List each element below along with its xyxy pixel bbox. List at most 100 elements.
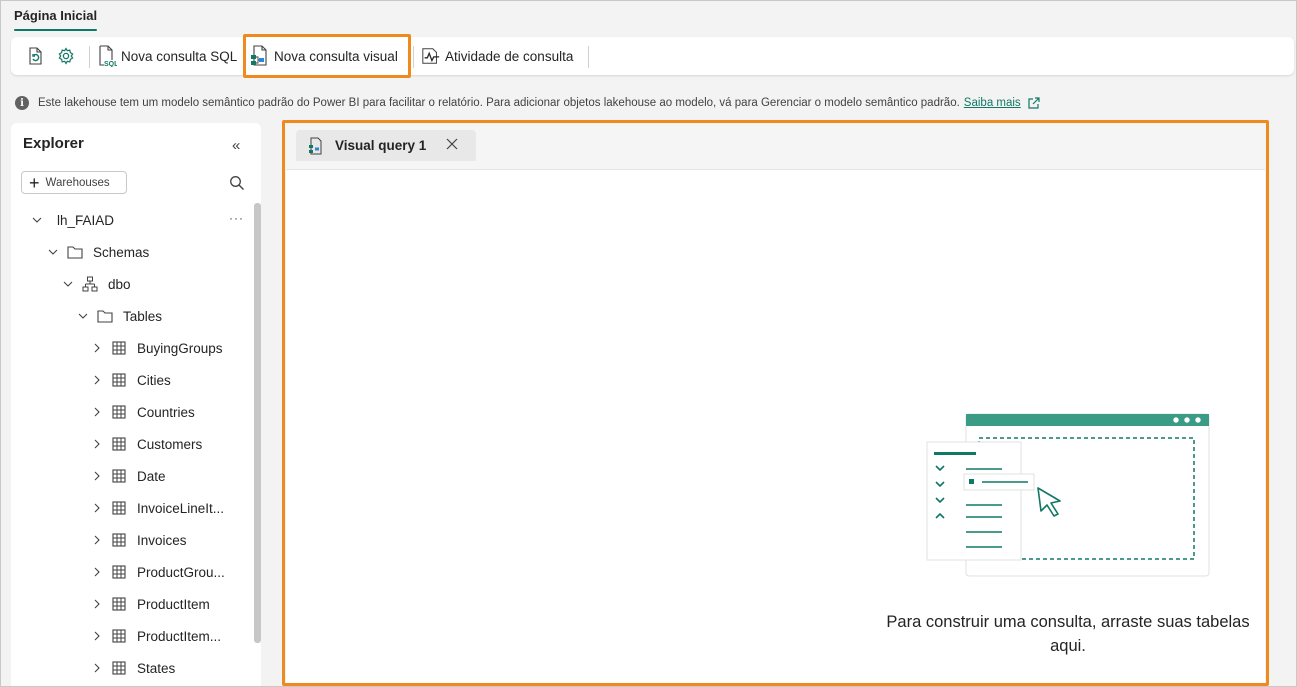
chevron-right-icon[interactable]: [91, 342, 103, 354]
tree-item-lakehouse[interactable]: lh_FAIAD: [31, 210, 114, 230]
table-name: ProductItem...: [137, 628, 222, 644]
chevron-right-icon[interactable]: [91, 566, 103, 578]
info-banner: i Este lakehouse tem um modelo semântico…: [15, 96, 1040, 110]
table-name: Countries: [137, 404, 195, 420]
toolbar-divider: [588, 46, 589, 68]
info-banner-message: Este lakehouse tem um modelo semântico p…: [38, 97, 960, 109]
chevron-right-icon[interactable]: [91, 630, 103, 642]
table-name: Cities: [137, 372, 171, 388]
toolbar-divider: [413, 46, 414, 68]
chevron-right-icon[interactable]: [91, 470, 103, 482]
table-icon: [111, 628, 127, 644]
schema-icon: [82, 276, 98, 292]
chevron-right-icon[interactable]: [91, 502, 103, 514]
table-item[interactable]: Cities: [91, 370, 171, 390]
tree-item-schemas[interactable]: Schemas: [47, 242, 149, 262]
table-name: ProductItem: [137, 596, 210, 612]
table-item[interactable]: ProductItem: [91, 594, 210, 614]
visual-query-icon: [308, 137, 324, 155]
table-name: Date: [137, 468, 166, 484]
chevron-right-icon[interactable]: [91, 438, 103, 450]
collapse-panel-icon[interactable]: «: [232, 137, 240, 154]
table-item[interactable]: States: [91, 658, 175, 678]
lakehouse-name: lh_FAIAD: [57, 212, 115, 228]
tab-home-label: Página Inicial: [14, 8, 98, 23]
info-icon: i: [15, 96, 29, 110]
tab-visual-query-1[interactable]: Visual query 1: [296, 130, 476, 161]
visual-query-panel: Visual query 1 Para construir uma consul…: [286, 124, 1265, 683]
table-name: ProductGrou...: [137, 564, 225, 580]
search-icon[interactable]: [229, 175, 245, 196]
tree-item-tables[interactable]: Tables: [77, 306, 162, 326]
table-icon: [111, 372, 127, 388]
table-name: States: [137, 660, 176, 676]
refresh-icon[interactable]: [25, 46, 45, 66]
new-sql-query-label: Nova consulta SQL: [121, 48, 238, 64]
table-icon: [111, 436, 127, 452]
activity-icon: [421, 46, 441, 66]
chevron-down-icon[interactable]: [31, 214, 43, 226]
tab-active-indicator: [14, 29, 98, 31]
chevron-right-icon[interactable]: [91, 598, 103, 610]
new-sql-query-button[interactable]: SQL Nova consulta SQL: [97, 41, 237, 71]
visual-query-icon: [250, 45, 270, 66]
explorer-title: Explorer: [23, 135, 84, 152]
table-item[interactable]: Countries: [91, 402, 195, 422]
chevron-right-icon[interactable]: [91, 406, 103, 418]
table-name: Invoices: [137, 532, 187, 548]
tab-label: Visual query 1: [335, 138, 427, 153]
chevron-down-icon[interactable]: [47, 246, 59, 258]
chevron-down-icon[interactable]: [77, 310, 89, 322]
table-icon: [111, 564, 127, 580]
toolbar: SQL Nova consulta SQL Nova consulta visu…: [11, 37, 1294, 75]
table-name: InvoiceLineIt...: [137, 500, 225, 516]
table-item[interactable]: BuyingGroups: [91, 338, 223, 358]
query-activity-button[interactable]: Atividade de consulta: [421, 41, 573, 71]
more-options-icon[interactable]: ···: [229, 211, 244, 225]
folder-icon: [97, 308, 113, 324]
query-tab-strip: Visual query 1: [286, 124, 1265, 170]
table-item[interactable]: InvoiceLineIt...: [91, 498, 224, 518]
new-visual-query-label: Nova consulta visual: [274, 48, 398, 64]
table-item[interactable]: Date: [91, 466, 166, 486]
table-icon: [111, 596, 127, 612]
table-icon: [111, 340, 127, 356]
tables-folder-label: Tables: [123, 308, 163, 324]
schema-name: dbo: [108, 276, 131, 292]
sql-file-icon: SQL: [97, 45, 117, 67]
table-icon: [111, 468, 127, 484]
close-icon[interactable]: [446, 138, 458, 150]
empty-canvas-message: Para construir uma consulta, arraste sua…: [886, 613, 1250, 655]
add-warehouses-label: Warehouses: [45, 176, 110, 189]
table-item[interactable]: Invoices: [91, 530, 187, 550]
explorer-scrollbar[interactable]: [254, 203, 261, 643]
query-activity-label: Atividade de consulta: [445, 48, 574, 64]
tree-item-schema-dbo[interactable]: dbo: [62, 274, 131, 294]
learn-more-link[interactable]: Saiba mais: [964, 97, 1021, 109]
folder-icon: [67, 244, 83, 260]
table-name: BuyingGroups: [137, 340, 223, 356]
chevron-right-icon[interactable]: [91, 374, 103, 386]
chevron-down-icon[interactable]: [62, 278, 74, 290]
table-item[interactable]: Customers: [91, 434, 202, 454]
external-link-icon[interactable]: [1027, 96, 1040, 110]
add-warehouses-button[interactable]: + Warehouses: [21, 171, 127, 194]
tab-home[interactable]: Página Inicial: [14, 8, 98, 31]
chevron-right-icon[interactable]: [91, 662, 103, 674]
new-visual-query-button[interactable]: Nova consulta visual: [250, 41, 398, 71]
table-name: Customers: [137, 436, 203, 452]
gear-icon[interactable]: [56, 46, 76, 66]
chevron-right-icon[interactable]: [91, 534, 103, 546]
table-icon: [111, 660, 127, 676]
svg-text:SQL: SQL: [104, 61, 117, 67]
schemas-label: Schemas: [93, 244, 150, 260]
table-icon: [111, 404, 127, 420]
drag-tables-illustration: [926, 412, 1211, 587]
table-item[interactable]: ProductItem...: [91, 626, 221, 646]
plus-icon: +: [29, 172, 40, 193]
explorer-panel: Explorer « + Warehouses lh_FAIAD ··· Sch…: [11, 123, 261, 687]
table-icon: [111, 532, 127, 548]
table-icon: [111, 500, 127, 516]
table-item[interactable]: ProductGrou...: [91, 562, 225, 582]
toolbar-divider: [89, 46, 90, 68]
